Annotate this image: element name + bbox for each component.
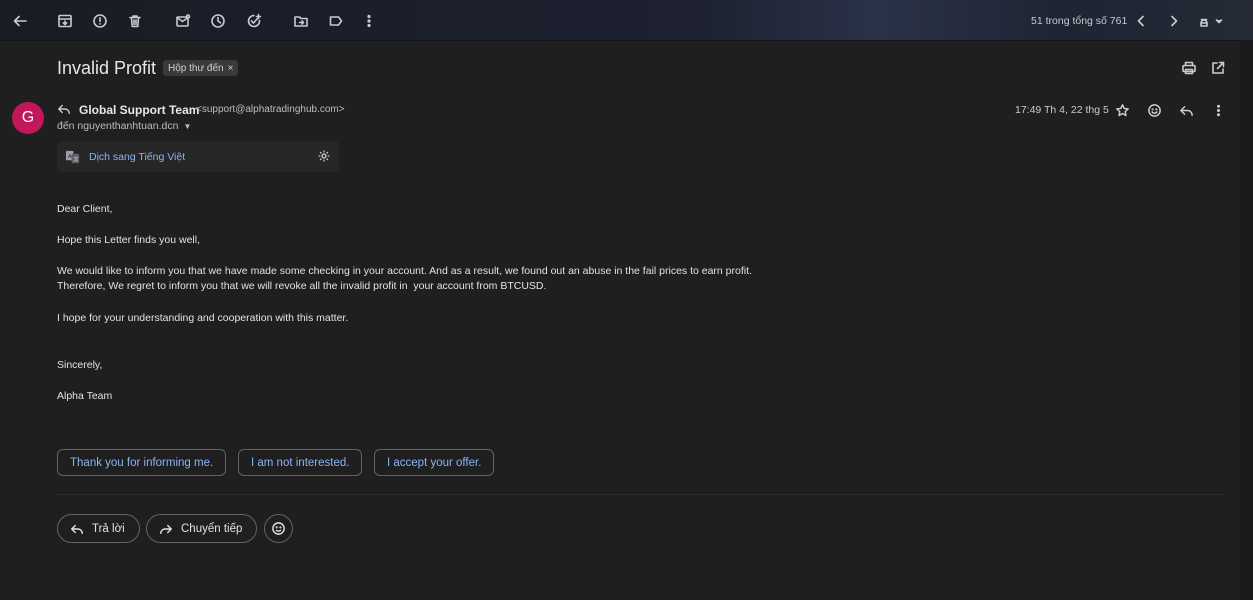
svg-text:A: A	[68, 154, 72, 160]
remove-label-button[interactable]: ×	[228, 63, 234, 74]
snooze-icon[interactable]	[207, 10, 229, 32]
add-task-icon[interactable]	[243, 10, 265, 32]
translate-icon: A 文	[65, 149, 80, 164]
report-spam-icon[interactable]	[89, 10, 111, 32]
label-icon[interactable]	[325, 10, 347, 32]
emoji-icon	[272, 522, 285, 535]
open-in-new-window-icon[interactable]	[1210, 60, 1226, 76]
forward-button[interactable]: Chuyển tiếp	[146, 514, 258, 543]
body-line-3: Therefore, We regret to inform you that …	[57, 280, 547, 292]
message-timestamp: 17:49 Th 4, 22 thg 5	[1015, 104, 1109, 116]
emoji-react-button[interactable]	[264, 514, 293, 543]
body-line-4: I hope for your understanding and cooper…	[57, 312, 349, 324]
message-counter: 51 trong tổng số 761	[1031, 15, 1128, 27]
smart-reply-chip[interactable]: Thank you for informing me.	[57, 449, 227, 476]
star-icon[interactable]	[1113, 101, 1131, 119]
sender-name[interactable]: Global Support Team	[79, 103, 199, 117]
body-signature: Alpha Team	[57, 390, 113, 402]
email-subject: Invalid Profit	[57, 58, 157, 78]
reply-icon[interactable]	[1177, 101, 1195, 119]
recipient-text: đến nguyenthanhtuan.dcn	[57, 120, 179, 132]
more-vert-icon[interactable]	[358, 10, 380, 32]
top-toolbar: 51 trong tổng số 761	[0, 0, 1253, 41]
svg-text:文: 文	[73, 155, 78, 163]
delete-icon[interactable]	[124, 10, 146, 32]
print-icon[interactable]	[1181, 60, 1197, 76]
inbox-label-chip: Hộp thư đến ×	[163, 60, 239, 76]
archive-icon[interactable]	[54, 10, 76, 32]
forward-button-label: Chuyển tiếp	[181, 522, 243, 535]
body-greeting: Dear Client,	[57, 203, 113, 215]
divider	[57, 494, 1224, 495]
translate-link[interactable]: Dịch sang Tiếng Việt	[89, 151, 185, 163]
older-chevron-icon[interactable]	[1163, 10, 1185, 32]
smart-reply-chip[interactable]: I am not interested.	[238, 449, 363, 476]
body-line-2: We would like to inform you that we have…	[57, 265, 752, 277]
body-closing: Sincerely,	[57, 359, 103, 371]
recipient-caret-icon[interactable]: ▼	[183, 122, 191, 131]
reply-indicator-icon	[57, 102, 73, 118]
sender-avatar[interactable]: G	[12, 102, 44, 134]
forward-arrow-icon	[160, 524, 172, 534]
smart-reply-chip[interactable]: I accept your offer.	[374, 449, 495, 476]
emoji-reaction-icon[interactable]	[1145, 101, 1163, 119]
reply-button[interactable]: Trả lời	[57, 514, 140, 543]
move-to-icon[interactable]	[290, 10, 312, 32]
reply-button-label: Trả lời	[92, 522, 125, 535]
mark-unread-icon[interactable]	[172, 10, 194, 32]
scrollbar[interactable]	[1240, 41, 1253, 600]
translate-bar: A 文 Dịch sang Tiếng Việt	[57, 141, 339, 172]
message-more-icon[interactable]	[1209, 101, 1227, 119]
body-line-1: Hope this Letter finds you well,	[57, 234, 200, 246]
newer-chevron-icon[interactable]	[1130, 10, 1152, 32]
label-chip-text: Hộp thư đến	[168, 62, 224, 74]
input-dropdown-caret-icon[interactable]	[1208, 10, 1230, 32]
recipient-details[interactable]: đến nguyenthanhtuan.dcn ▼	[57, 120, 191, 132]
translate-settings-gear-icon[interactable]	[317, 149, 332, 164]
sender-email: <support@alphatradinghub.com>	[196, 104, 345, 115]
back-arrow-icon[interactable]	[9, 10, 31, 32]
reply-arrow-icon	[71, 524, 83, 534]
